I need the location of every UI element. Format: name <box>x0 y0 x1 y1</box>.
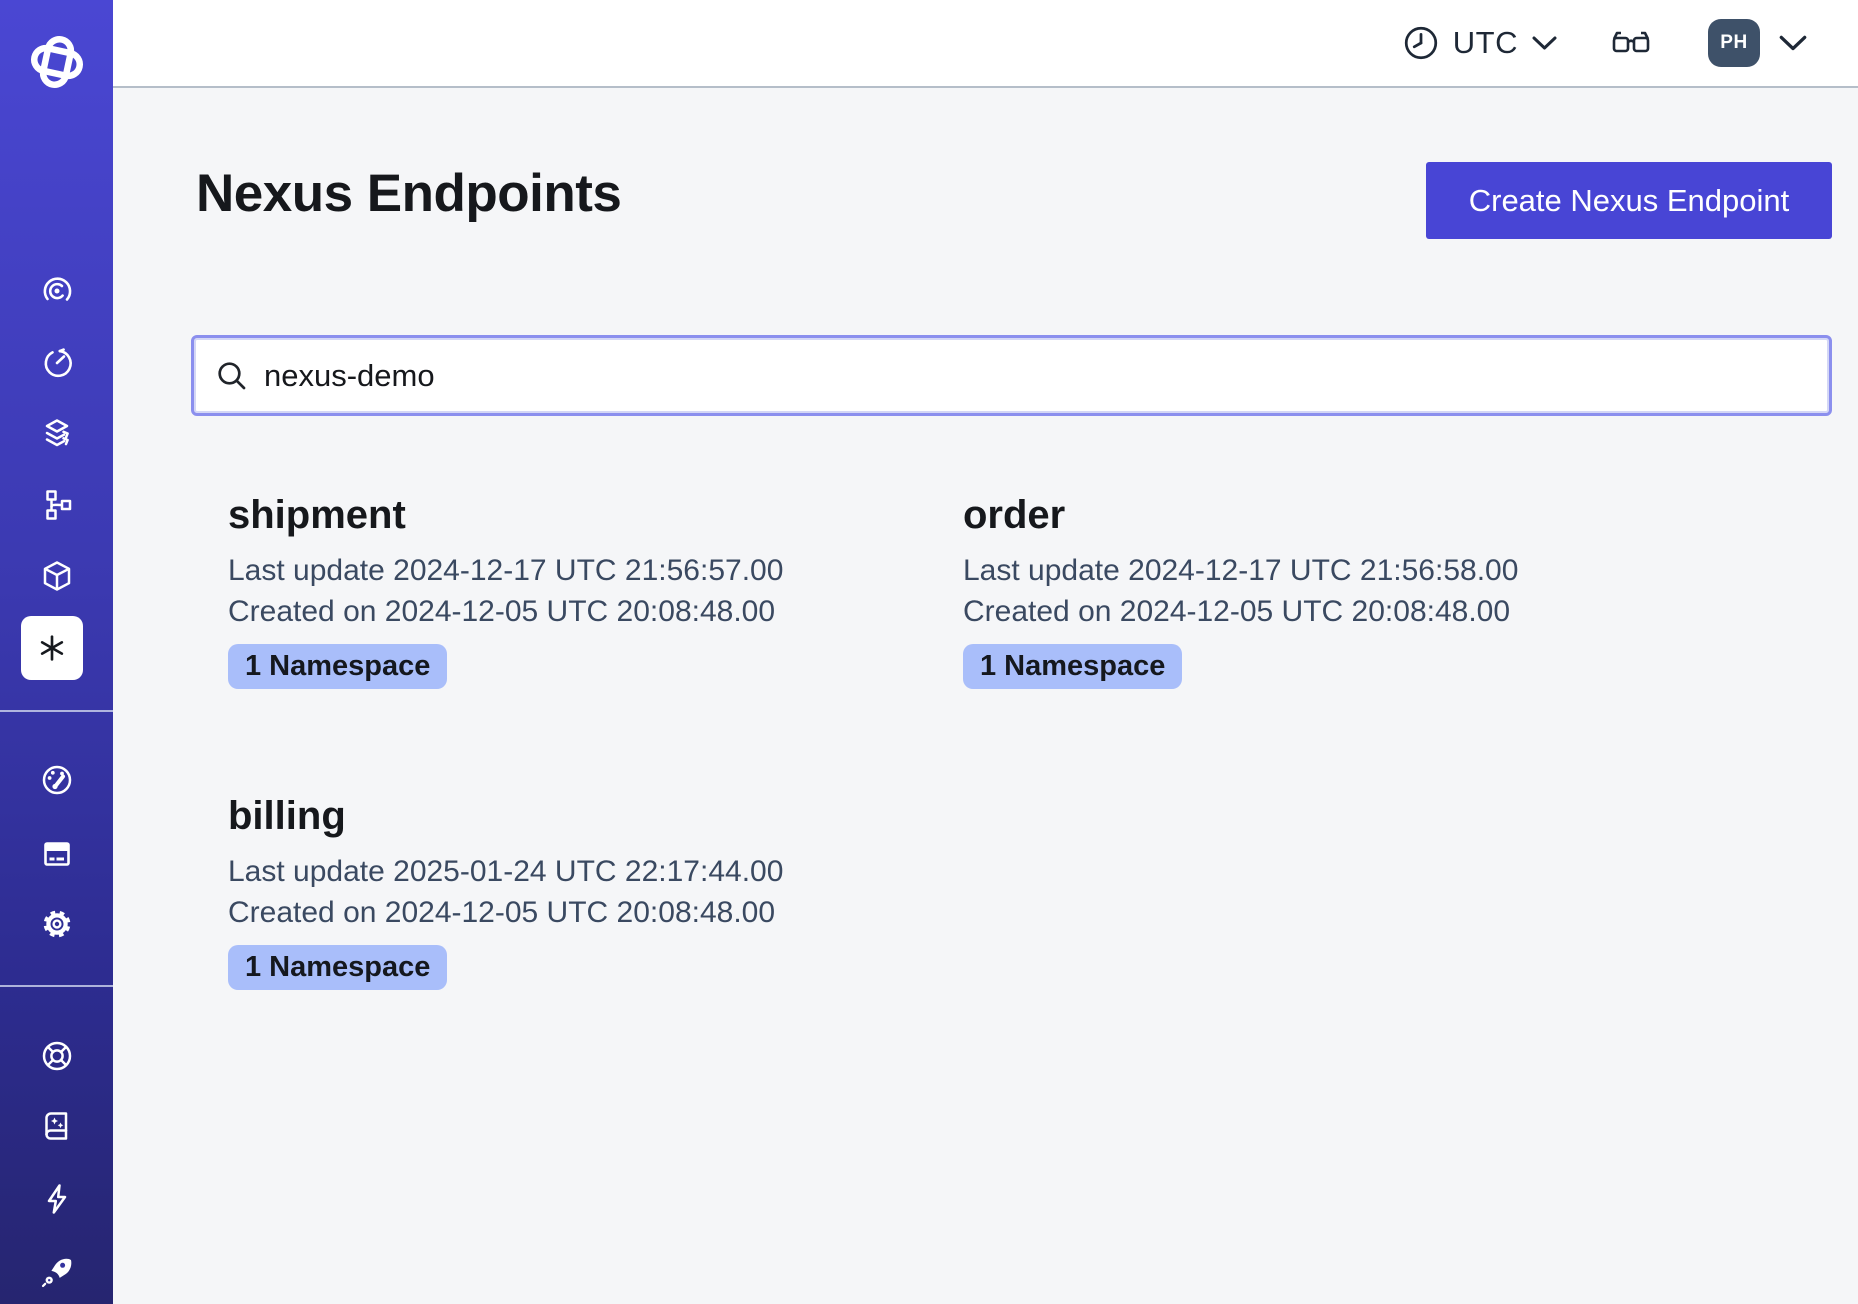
lightning-icon <box>39 1181 75 1217</box>
account-menu[interactable]: PH <box>1708 19 1808 67</box>
endpoint-grid: shipment Last update 2024-12-17 UTC 21:5… <box>191 492 1832 990</box>
timezone-picker[interactable]: UTC <box>1402 24 1558 62</box>
endpoint-name[interactable]: billing <box>228 793 926 839</box>
namespace-badge: 1 Namespace <box>228 644 447 689</box>
search-icon <box>214 358 250 394</box>
temporal-logo-icon <box>28 33 86 91</box>
glasses-icon <box>1610 27 1652 59</box>
sidebar-item-timer[interactable] <box>0 343 113 383</box>
create-nexus-endpoint-button[interactable]: Create Nexus Endpoint <box>1426 162 1832 239</box>
endpoint-card-order[interactable]: order Last update 2024-12-17 UTC 21:56:5… <box>926 492 1661 689</box>
sidebar <box>0 0 113 1304</box>
timer-icon <box>39 345 75 381</box>
chevron-down-icon <box>1778 34 1808 52</box>
avatar[interactable]: PH <box>1708 19 1760 67</box>
feedback-glasses-button[interactable] <box>1610 27 1652 59</box>
endpoint-card-billing[interactable]: billing Last update 2025-01-24 UTC 22:17… <box>191 793 926 990</box>
endpoint-card-shipment[interactable]: shipment Last update 2024-12-17 UTC 21:5… <box>191 492 926 689</box>
main-content: Nexus Endpoints Create Nexus Endpoint sh… <box>113 90 1858 1304</box>
endpoint-name[interactable]: shipment <box>228 492 926 538</box>
endpoint-last-update: Last update 2025-01-24 UTC 22:17:44.00 <box>228 851 926 892</box>
sidebar-item-lifebuoy[interactable] <box>0 1036 113 1076</box>
search-box <box>191 335 1832 416</box>
endpoint-created: Created on 2024-12-05 UTC 20:08:48.00 <box>228 591 926 632</box>
cube-icon <box>39 558 75 594</box>
sidebar-item-window[interactable] <box>0 834 113 874</box>
branch-icon <box>39 487 75 523</box>
sidebar-item-spiral[interactable] <box>0 271 113 311</box>
sidebar-item-book[interactable] <box>0 1106 113 1146</box>
page-title: Nexus Endpoints <box>196 162 621 226</box>
endpoint-last-update: Last update 2024-12-17 UTC 21:56:58.00 <box>963 550 1661 591</box>
sidebar-item-branch[interactable] <box>0 485 113 525</box>
sidebar-item-cube[interactable] <box>0 556 113 596</box>
chevron-down-icon <box>1531 35 1558 51</box>
search-input[interactable] <box>264 358 1809 394</box>
book-icon <box>39 1108 75 1144</box>
sidebar-divider <box>0 710 113 712</box>
sidebar-divider <box>0 985 113 987</box>
namespace-badge: 1 Namespace <box>228 945 447 990</box>
topbar: UTC PH <box>113 0 1858 88</box>
rocket-icon <box>39 1253 75 1289</box>
sidebar-item-layers[interactable] <box>0 414 113 454</box>
namespace-badge: 1 Namespace <box>963 644 1182 689</box>
sidebar-item-gear[interactable] <box>0 904 113 944</box>
sidebar-item-gauge[interactable] <box>0 760 113 800</box>
gauge-icon <box>39 762 75 798</box>
temporal-logo[interactable] <box>0 33 113 91</box>
sidebar-item-nexus[interactable] <box>21 616 83 680</box>
clock-icon <box>1402 24 1440 62</box>
asterisk-icon <box>35 631 69 665</box>
gear-icon <box>39 906 75 942</box>
endpoint-name[interactable]: order <box>963 492 1661 538</box>
sidebar-item-lightning[interactable] <box>0 1179 113 1219</box>
spiral-icon <box>39 273 75 309</box>
endpoint-created: Created on 2024-12-05 UTC 20:08:48.00 <box>228 892 926 933</box>
endpoint-created: Created on 2024-12-05 UTC 20:08:48.00 <box>963 591 1661 632</box>
sidebar-item-rocket[interactable] <box>0 1251 113 1291</box>
lifebuoy-icon <box>39 1038 75 1074</box>
window-icon <box>39 836 75 872</box>
timezone-label: UTC <box>1453 25 1518 61</box>
endpoint-last-update: Last update 2024-12-17 UTC 21:56:57.00 <box>228 550 926 591</box>
layers-icon <box>39 416 75 452</box>
